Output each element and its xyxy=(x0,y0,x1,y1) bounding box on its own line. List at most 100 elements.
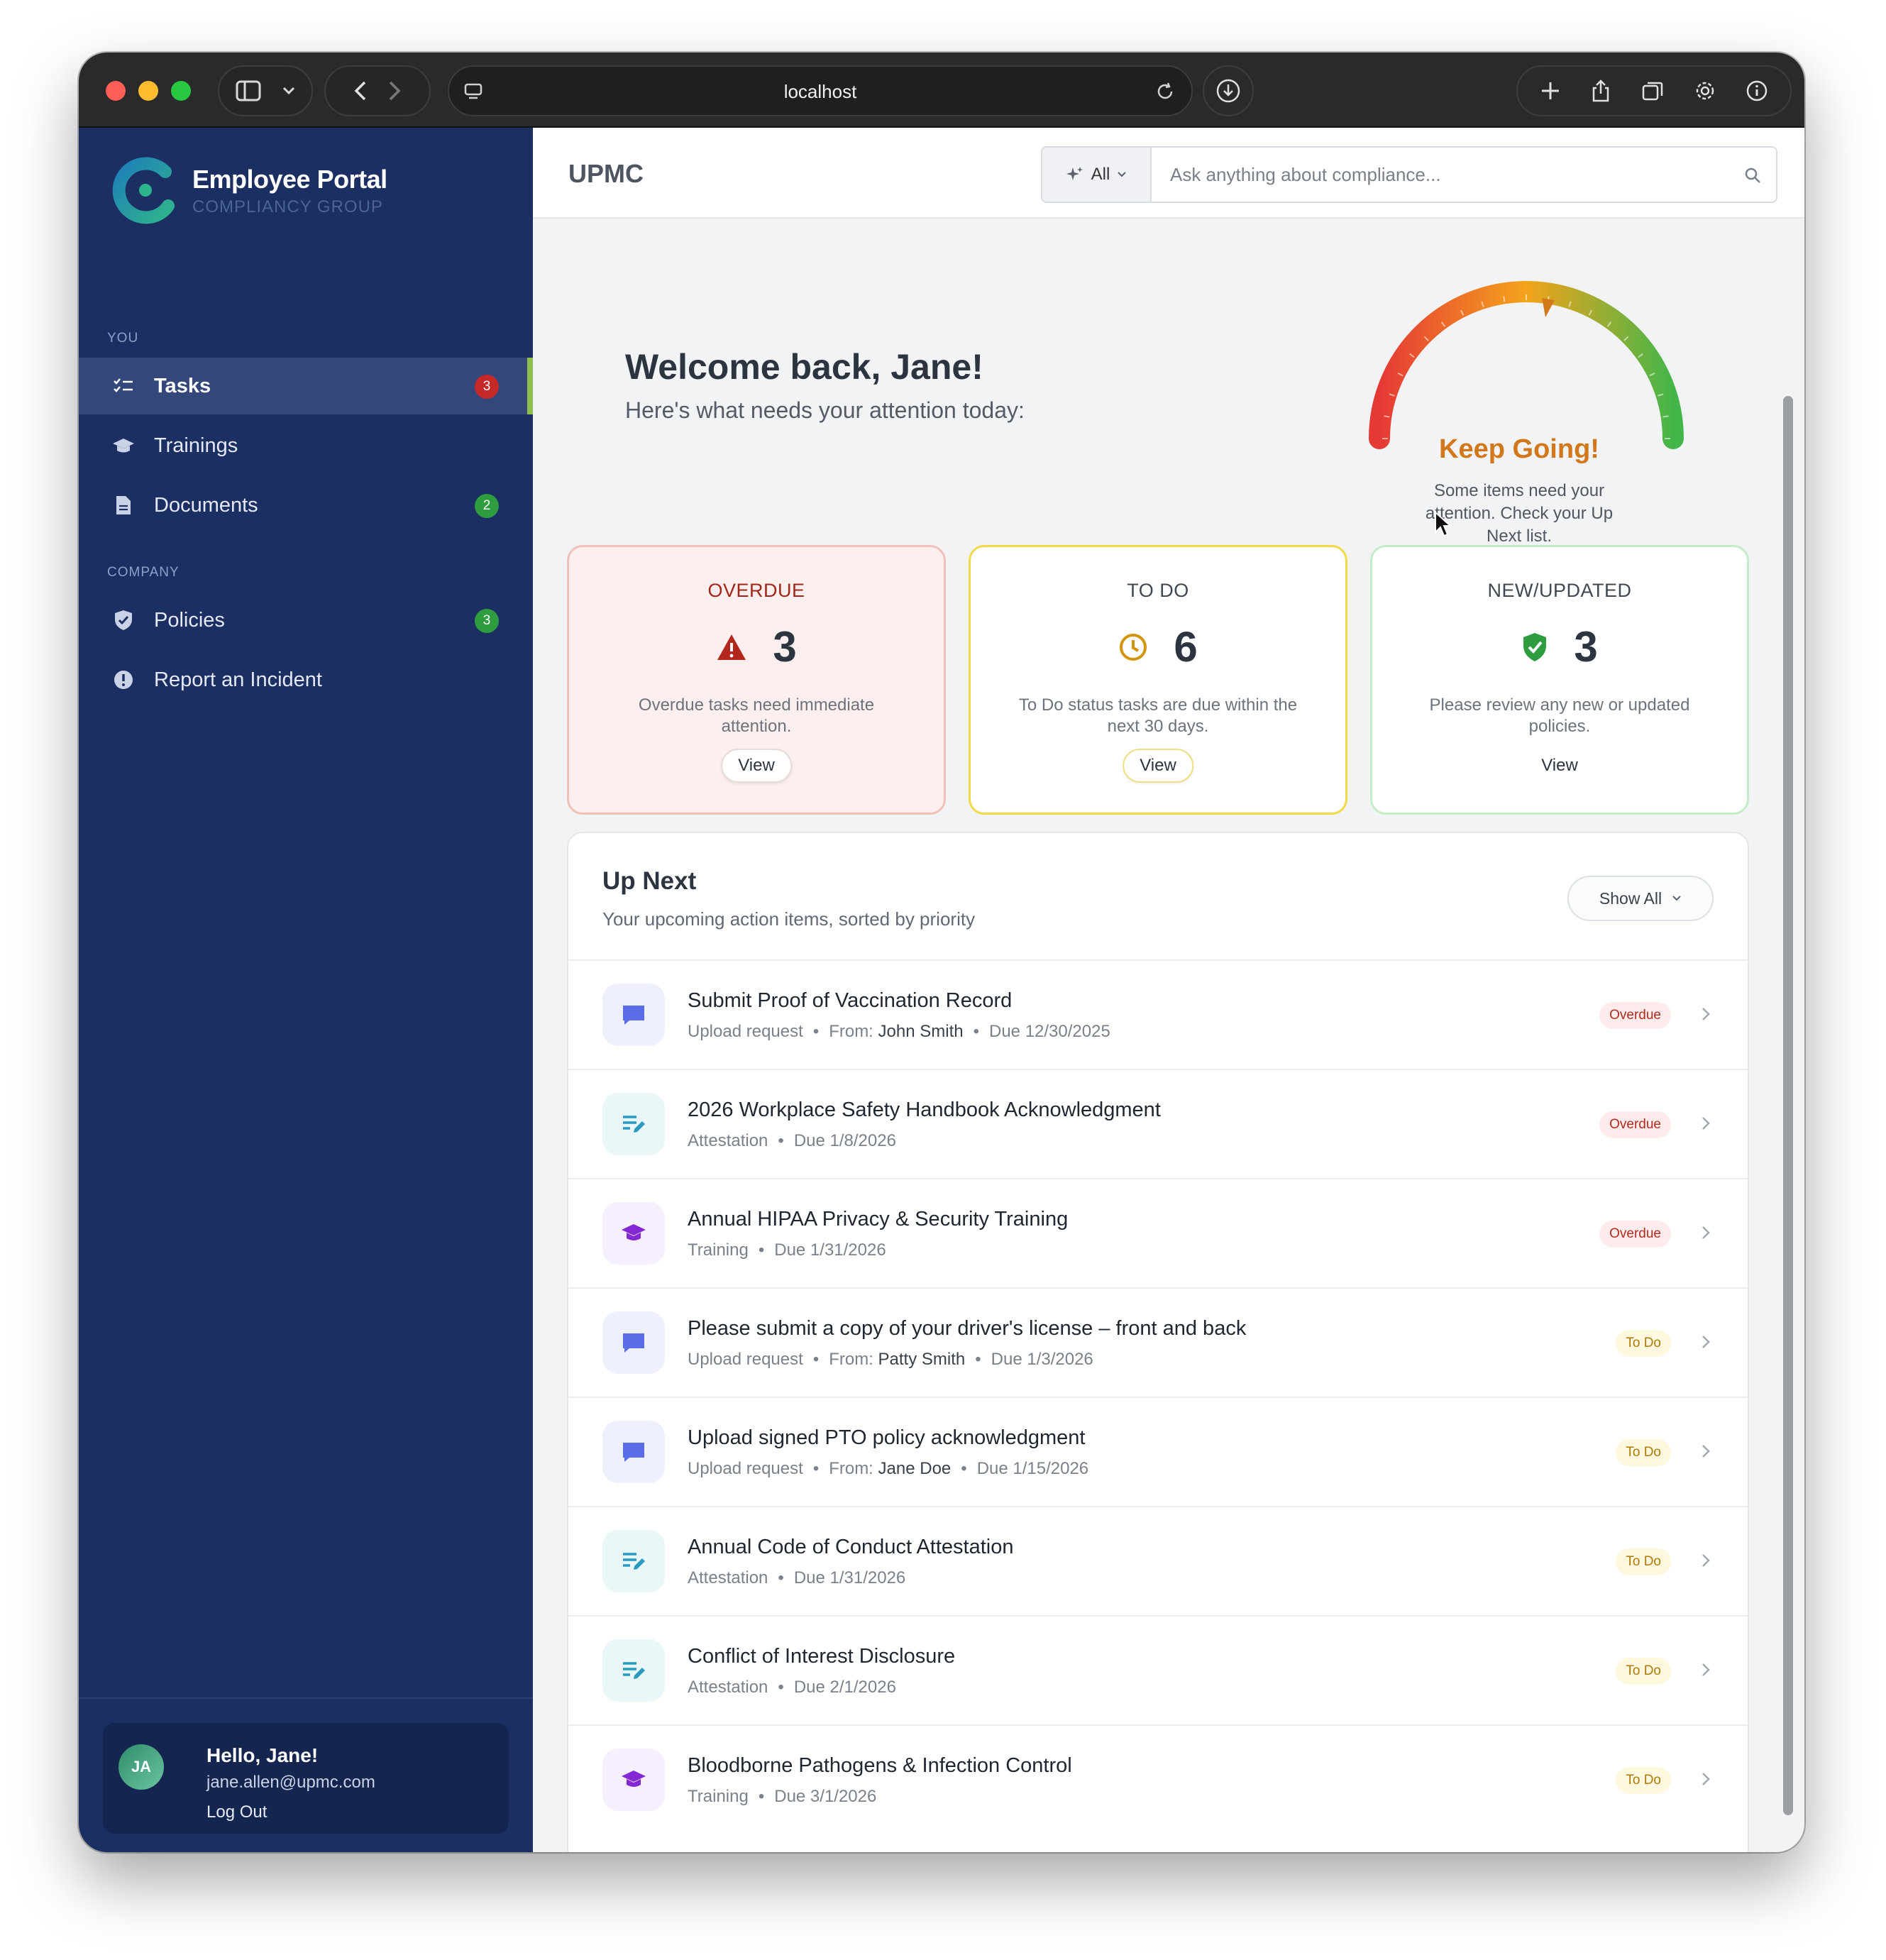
task-meta: Training • Due 3/1/2026 xyxy=(688,1787,876,1807)
share-icon[interactable] xyxy=(1590,79,1611,103)
stat-label: NEW/UPDATED xyxy=(1487,580,1632,601)
task-row[interactable]: Upload signed PTO policy acknowledgment U… xyxy=(568,1397,1748,1506)
downloads-button[interactable] xyxy=(1203,65,1254,116)
tabs-overview-icon[interactable] xyxy=(1641,80,1664,101)
browser-window: localhost Employee Portal COMPLIANCY GRO… xyxy=(79,53,1804,1852)
chevron-down-icon xyxy=(282,87,295,95)
download-icon xyxy=(1216,79,1240,103)
task-type: Training xyxy=(688,1240,749,1260)
sidebar-item-label: Documents xyxy=(154,493,258,517)
stat-count: 6 xyxy=(1174,623,1198,671)
task-list-icon xyxy=(111,374,136,398)
chevron-right-icon[interactable] xyxy=(1701,1334,1711,1350)
task-row[interactable]: Bloodborne Pathogens & Infection Control… xyxy=(568,1724,1748,1834)
chevron-down-icon xyxy=(1118,172,1127,177)
zoom-window-button[interactable] xyxy=(171,81,191,101)
task-due-date: Due 1/8/2026 xyxy=(793,1131,896,1150)
task-due-date: Due 1/31/2026 xyxy=(793,1568,906,1587)
compliancy-logo-icon xyxy=(112,157,175,224)
sidebar-item-documents[interactable]: Documents 2 xyxy=(79,477,533,534)
chat-bubble-icon xyxy=(602,1311,665,1374)
tasks-count-badge: 3 xyxy=(475,375,499,399)
meta-separator: • xyxy=(961,1459,967,1478)
sidebar-item-trainings[interactable]: Trainings xyxy=(79,417,533,474)
back-arrow-icon[interactable] xyxy=(354,80,367,101)
task-title: Conflict of Interest Disclosure xyxy=(688,1645,956,1668)
task-from-label: From: xyxy=(829,1459,873,1478)
sidebar-divider xyxy=(79,1697,533,1699)
chevron-right-icon[interactable] xyxy=(1701,1553,1711,1568)
show-all-dropdown[interactable]: Show All xyxy=(1567,876,1714,921)
browser-toolbar: localhost xyxy=(79,53,1804,128)
search-scope-dropdown[interactable]: All xyxy=(1042,148,1152,202)
minimize-window-button[interactable] xyxy=(138,81,158,101)
chevron-right-icon[interactable] xyxy=(1701,1771,1711,1787)
task-row[interactable]: Conflict of Interest Disclosure Attestati… xyxy=(568,1615,1748,1724)
gear-icon[interactable] xyxy=(1694,79,1716,102)
sidebar-item-policies[interactable]: Policies 3 xyxy=(79,592,533,649)
task-row[interactable]: Submit Proof of Vaccination Record Upload… xyxy=(568,959,1748,1069)
todo-card: TO DO 6 To Do status tasks are due withi… xyxy=(969,545,1347,815)
sidebar-item-report-incident[interactable]: Report an Incident xyxy=(79,651,533,708)
avatar[interactable]: JA xyxy=(118,1744,164,1790)
task-type: Attestation xyxy=(688,1678,768,1697)
task-meta: Attestation • Due 1/31/2026 xyxy=(688,1568,905,1588)
task-title: Bloodborne Pathogens & Infection Control xyxy=(688,1754,1072,1777)
chevron-right-icon[interactable] xyxy=(1701,1443,1711,1459)
task-due-date: Due 2/1/2026 xyxy=(793,1678,896,1697)
logout-link[interactable]: Log Out xyxy=(206,1802,267,1822)
stat-description: To Do status tasks are due within the ne… xyxy=(1018,695,1298,736)
edit-lines-icon xyxy=(602,1530,665,1592)
exclamation-circle-icon xyxy=(111,668,136,692)
sidebar-item-label: Tasks xyxy=(154,374,211,397)
task-from-label: From: xyxy=(829,1022,873,1041)
task-row[interactable]: Annual Code of Conduct Attestation Attest… xyxy=(568,1506,1748,1615)
meta-separator: • xyxy=(778,1131,784,1150)
chevron-right-icon[interactable] xyxy=(1701,1225,1711,1240)
app-header: UPMC All xyxy=(533,128,1804,219)
task-title: Annual HIPAA Privacy & Security Training xyxy=(688,1208,1069,1230)
view-new-updated-button[interactable]: View xyxy=(1526,749,1594,783)
org-name: UPMC xyxy=(568,159,644,188)
search-input[interactable] xyxy=(1156,148,1724,202)
address-bar[interactable]: localhost xyxy=(448,65,1193,116)
overdue-card: OVERDUE 3 Overdue tasks need immediate a… xyxy=(567,545,946,815)
chevron-right-icon[interactable] xyxy=(1701,1116,1711,1131)
reload-icon[interactable] xyxy=(1154,81,1176,102)
view-overdue-button[interactable]: View xyxy=(721,749,792,783)
sidebar-item-label: Report an Incident xyxy=(154,668,322,691)
meta-separator: • xyxy=(812,1459,820,1478)
task-due-date: Due 12/30/2025 xyxy=(989,1022,1110,1041)
meta-separator: • xyxy=(778,1568,784,1587)
task-type: Upload request xyxy=(688,1350,803,1369)
task-row[interactable]: Please submit a copy of your driver's li… xyxy=(568,1287,1748,1397)
brand-title: Employee Portal xyxy=(192,165,387,194)
close-window-button[interactable] xyxy=(106,81,126,101)
info-icon[interactable] xyxy=(1746,79,1768,102)
status-badge: Overdue xyxy=(1599,1002,1671,1029)
view-todo-button[interactable]: View xyxy=(1123,749,1193,783)
task-row[interactable]: Annual HIPAA Privacy & Security Training… xyxy=(568,1178,1748,1287)
up-next-title: Up Next xyxy=(602,867,697,895)
task-meta: Upload request • From: John Smith • Due 12/3… xyxy=(688,1022,1110,1042)
up-next-subtitle: Your upcoming action items, sorted by pr… xyxy=(602,908,976,930)
stat-label: TO DO xyxy=(1127,580,1189,601)
warning-triangle-icon xyxy=(717,634,746,660)
user-email: jane.allen@upmc.com xyxy=(206,1773,375,1792)
plus-icon[interactable] xyxy=(1540,80,1561,101)
sidebar-item-tasks[interactable]: Tasks 3 xyxy=(79,358,533,414)
up-next-panel: Up Next Your upcoming action items, sort… xyxy=(567,832,1749,1852)
task-type: Upload request xyxy=(688,1459,803,1478)
search-icon[interactable] xyxy=(1743,166,1762,185)
chevron-right-icon[interactable] xyxy=(1701,1006,1711,1022)
forward-arrow-icon[interactable] xyxy=(388,80,401,101)
stat-description: Please review any new or updated policie… xyxy=(1429,695,1690,736)
task-meta: Attestation • Due 1/8/2026 xyxy=(688,1131,896,1151)
welcome-title: Welcome back, Jane! xyxy=(625,347,983,387)
main-content: Welcome back, Jane! Here's what needs yo… xyxy=(533,220,1804,1852)
task-title: 2026 Workplace Safety Handbook Acknowled… xyxy=(688,1099,1161,1121)
scrollbar-thumb[interactable] xyxy=(1783,396,1793,1815)
task-row[interactable]: 2026 Workplace Safety Handbook Acknowled… xyxy=(568,1069,1748,1178)
sidebar-toggle-button[interactable] xyxy=(218,65,313,116)
chevron-right-icon[interactable] xyxy=(1701,1662,1711,1678)
